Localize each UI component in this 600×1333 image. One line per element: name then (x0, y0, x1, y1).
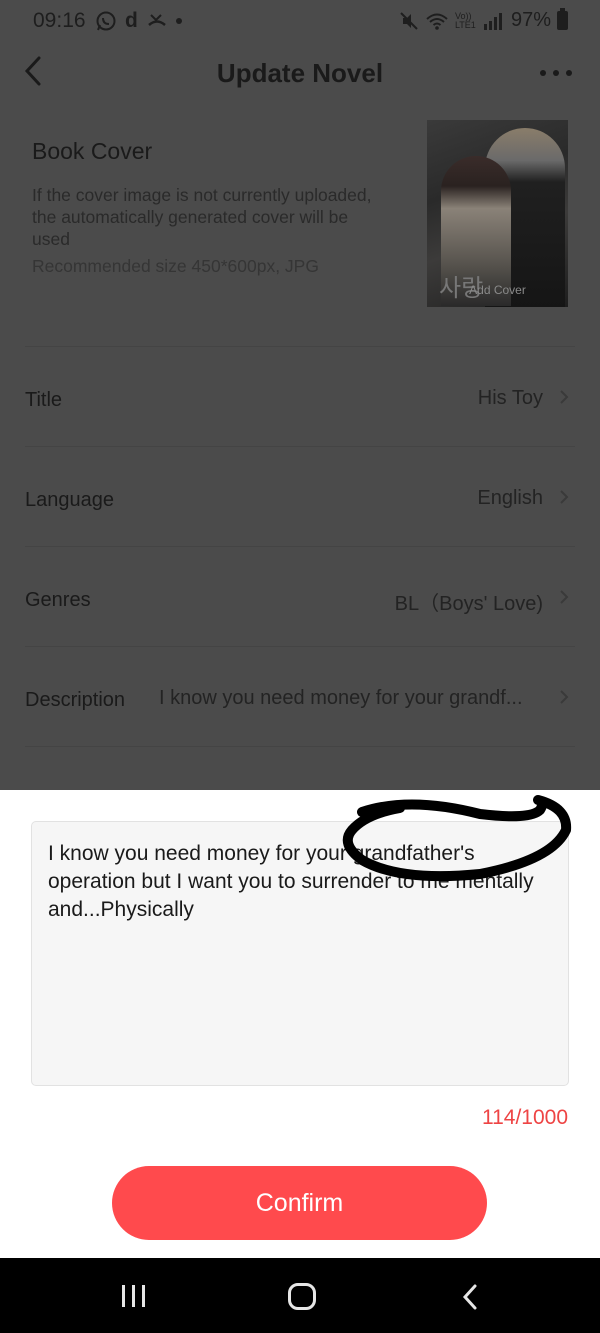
chevron-right-icon (560, 690, 569, 704)
chevron-right-icon (560, 490, 569, 504)
dot-icon (175, 18, 182, 24)
whatsapp-icon (96, 11, 116, 31)
next-row (25, 746, 575, 790)
description-text: I know you need money for your grandfath… (48, 842, 534, 921)
more-options-icon[interactable] (540, 70, 572, 76)
top-bar: Update Novel (0, 44, 600, 104)
d-app-icon: d (125, 9, 138, 32)
cover-image[interactable]: 사랑 Add Cover (427, 120, 568, 307)
battery-percent: 97% (510, 9, 551, 31)
genres-row[interactable]: Genres BL（Boys' Love) (25, 546, 575, 646)
character-counter: 114/1000 (481, 1106, 568, 1129)
recent-apps-icon[interactable] (122, 1285, 145, 1307)
add-cover-label: Add Cover (469, 283, 526, 297)
cover-heading: Book Cover (32, 138, 153, 164)
title-row[interactable]: Title His Toy (25, 346, 575, 446)
language-row[interactable]: Language English (25, 446, 575, 546)
dimmed-page: 09:16 d Vo)) LTE1 97% Update Novel Book … (0, 0, 600, 790)
description-row[interactable]: Description I know you need money for yo… (25, 646, 575, 746)
mute-icon (400, 11, 418, 30)
home-icon[interactable] (288, 1283, 316, 1310)
chevron-right-icon (560, 390, 569, 404)
cover-recommendation: Recommended size 450*600px, JPG (32, 256, 319, 276)
page-title: Update Novel (216, 58, 384, 88)
battery-icon (557, 8, 568, 30)
confirm-button[interactable]: Confirm (112, 1166, 487, 1240)
description-label: Description (25, 689, 126, 711)
cover-description: If the cover image is not currently uplo… (32, 185, 372, 249)
volte-icon: Vo)) LTE1 (454, 10, 476, 30)
genres-value: BL（Boys' Love) (394, 593, 543, 615)
language-value: English (477, 487, 543, 509)
status-left-icons: d (95, 9, 182, 33)
signal-icon (483, 12, 502, 30)
description-edit-sheet: I know you need money for your grandfath… (0, 790, 600, 1258)
language-label: Language (25, 489, 114, 511)
book-cover-section: Book Cover If the cover image is not cur… (0, 110, 600, 346)
title-value: His Toy (477, 387, 543, 409)
status-time: 09:16 (33, 9, 86, 32)
description-value: I know you need money for your grandf... (159, 687, 523, 709)
nav-back-icon[interactable] (460, 1283, 480, 1311)
title-label: Title (25, 389, 63, 411)
description-textarea[interactable]: I know you need money for your grandfath… (31, 821, 569, 1086)
missed-call-icon (148, 14, 166, 26)
status-bar: 09:16 d Vo)) LTE1 97% (0, 0, 600, 44)
chevron-right-icon (560, 590, 569, 604)
system-nav-bar (0, 1258, 600, 1333)
genres-label: Genres (25, 589, 91, 611)
status-right-icons: Vo)) LTE1 97% (399, 8, 568, 32)
wifi-icon (426, 13, 448, 30)
